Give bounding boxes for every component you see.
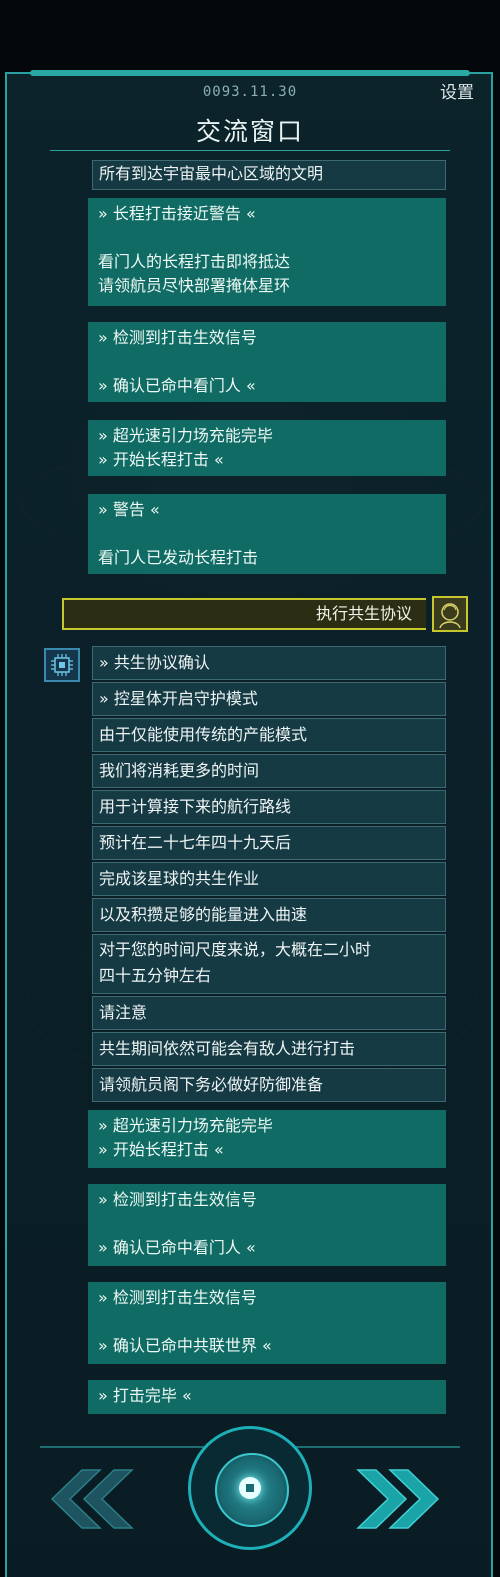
system-message: » 超光速引力场充能完毕 » 开始长程打击 «	[88, 420, 446, 476]
system-message: » 超光速引力场充能完毕 » 开始长程打击 «	[88, 1110, 446, 1168]
list-item-text: 共生期间依然可能会有敌人进行打击	[99, 1039, 356, 1058]
message-line: » 检测到打击生效信号	[98, 1190, 257, 1209]
list-item-text: 由于仅能使用传统的产能模式	[99, 725, 308, 744]
center-action-button[interactable]	[188, 1426, 312, 1550]
message-line: 看门人的长程打击即将抵达	[98, 252, 291, 271]
system-message: » 打击完毕 «	[88, 1380, 446, 1414]
prev-page-icon[interactable]	[42, 1468, 142, 1530]
list-item-text: 完成该星球的共生作业	[99, 869, 260, 888]
list-item: 用于计算接下来的航行路线	[92, 790, 446, 824]
system-message: » 检测到打击生效信号 » 确认已命中共联世界 «	[88, 1282, 446, 1364]
list-item-text: 我们将消耗更多的时间	[99, 761, 260, 780]
message-line: » 确认已命中共联世界 «	[98, 1336, 272, 1355]
list-item-text: 请注意	[99, 1003, 148, 1022]
list-item: 完成该星球的共生作业	[92, 862, 446, 896]
settings-button[interactable]: 设置	[440, 78, 474, 103]
message-line: » 长程打击接近警告 «	[98, 204, 256, 223]
list-item: 以及积攒足够的能量进入曲速	[92, 898, 446, 932]
message-line: » 确认已命中看门人 «	[98, 376, 256, 395]
player-choice-bubble[interactable]: 执行共生协议	[62, 598, 426, 630]
list-item: 请领航员阁下务必做好防御准备	[92, 1068, 446, 1102]
system-message: » 检测到打击生效信号 » 确认已命中看门人 «	[88, 322, 446, 402]
player-choice-text: 执行共生协议	[315, 604, 412, 623]
message-line: » 检测到打击生效信号	[98, 328, 257, 347]
list-item: 请注意	[92, 996, 446, 1030]
message-line: » 警告 «	[98, 500, 160, 519]
chip-icon	[44, 648, 80, 682]
message-line: » 超光速引力场充能完毕	[98, 1116, 273, 1135]
title-divider	[50, 150, 450, 151]
list-item: » 共生协议确认	[92, 646, 446, 680]
list-item: 我们将消耗更多的时间	[92, 754, 446, 788]
list-item-text: 以及积攒足够的能量进入曲速	[99, 905, 308, 924]
list-item-text: » 控星体开启守护模式	[99, 689, 258, 708]
message-line: 看门人已发动长程打击	[98, 548, 259, 567]
message-line: » 超光速引力场充能完毕	[98, 426, 273, 445]
window-top-bar	[30, 70, 470, 76]
list-item: 由于仅能使用传统的产能模式	[92, 718, 446, 752]
message-line: » 确认已命中看门人 «	[98, 1238, 256, 1257]
center-action-icon	[215, 1453, 289, 1527]
list-item-text: 对于您的时间尺度来说，大概在二小时	[99, 940, 372, 959]
list-item-text: 预计在二十七年四十九天后	[99, 833, 292, 852]
message-line: 请领航员尽快部署掩体星环	[98, 276, 291, 295]
list-item-text: » 共生协议确认	[99, 653, 210, 672]
list-item: » 控星体开启守护模式	[92, 682, 446, 716]
message-line: » 开始长程打击 «	[98, 450, 224, 469]
next-page-icon[interactable]	[348, 1468, 448, 1530]
list-item: 预计在二十七年四十九天后	[92, 826, 446, 860]
list-item-text: 四十五分钟左右	[99, 966, 212, 985]
message-line: » 检测到打击生效信号	[98, 1288, 257, 1307]
system-message: » 长程打击接近警告 « 看门人的长程打击即将抵达 请领航员尽快部署掩体星环	[88, 198, 446, 306]
window-title: 交流窗口	[195, 117, 304, 146]
game-date: 0093.11.30	[202, 84, 298, 100]
list-item: 对于您的时间尺度来说，大概在二小时 四十五分钟左右	[92, 934, 446, 994]
list-item: 共生期间依然可能会有敌人进行打击	[92, 1032, 446, 1066]
system-message: » 检测到打击生效信号 » 确认已命中看门人 «	[88, 1184, 446, 1266]
list-item-text: 请领航员阁下务必做好防御准备	[99, 1075, 324, 1094]
list-item-text: 所有到达宇宙最中心区域的文明	[99, 164, 324, 183]
system-message: » 警告 « 看门人已发动长程打击	[88, 494, 446, 574]
message-line: » 打击完毕 «	[98, 1386, 192, 1405]
message-line: » 开始长程打击 «	[98, 1140, 224, 1159]
commander-avatar-icon	[432, 596, 468, 632]
list-item: 所有到达宇宙最中心区域的文明	[92, 160, 446, 190]
list-item-text: 用于计算接下来的航行路线	[99, 797, 292, 816]
